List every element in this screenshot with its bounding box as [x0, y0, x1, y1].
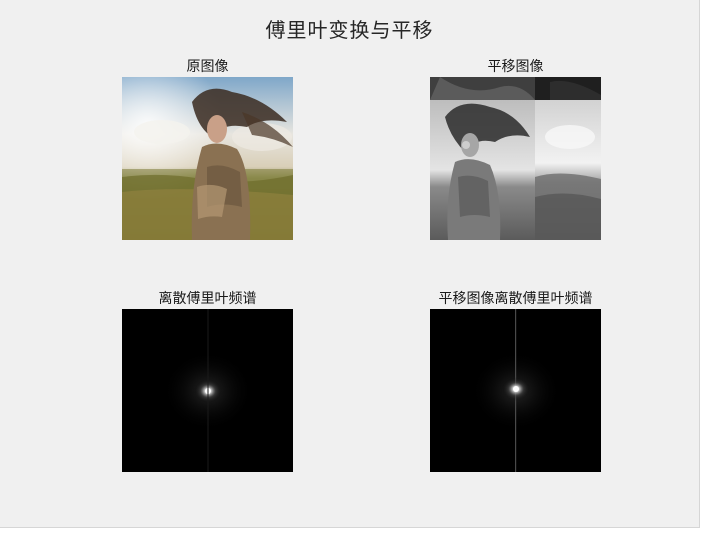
subplot-title-spectrum: 离散傅里叶频谱: [158, 291, 257, 307]
subplot-title-original: 原图像: [186, 59, 229, 75]
shifted-image-graphic: [430, 77, 601, 240]
subplot-title-shifted-spectrum: 平移图像离散傅里叶频谱: [438, 291, 593, 307]
spectrum-graphic: [122, 309, 293, 472]
figure-title: 傅里叶变换与平移: [265, 18, 434, 42]
figure-border-right: [699, 0, 700, 527]
figure-border-bottom: [0, 527, 700, 528]
subplot-title-shifted: 平移图像: [487, 59, 544, 75]
shifted-spectrum-graphic: [430, 309, 601, 472]
figure-window-canvas: 傅里叶变换与平移 原图像 平移图像 离散傅里叶频谱 平移图像离散傅里叶频谱: [0, 0, 699, 527]
original-image-graphic: [122, 77, 293, 240]
shifted-image: [430, 77, 601, 240]
original-image: [122, 77, 293, 240]
shifted-spectrum-image: [430, 309, 601, 472]
spectrum-image: [122, 309, 293, 472]
